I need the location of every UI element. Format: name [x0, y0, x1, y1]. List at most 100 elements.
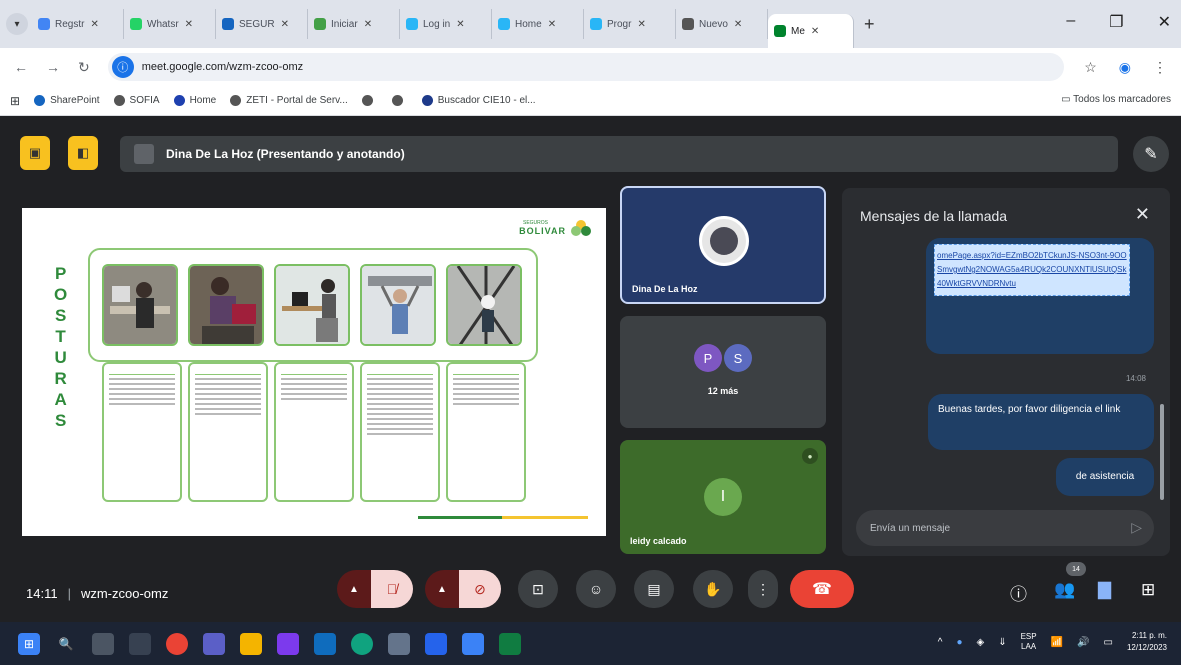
bookmark-label: ZETI - Portal de Serv...: [246, 95, 348, 106]
battery-icon[interactable]: ▭: [1104, 637, 1113, 648]
all-bookmarks-link[interactable]: ▭ Todos los marcadores: [1061, 94, 1171, 105]
security-icon[interactable]: ◈: [976, 637, 984, 648]
tab-close-icon[interactable]: ✕: [456, 19, 464, 30]
send-icon[interactable]: ▷: [1131, 519, 1142, 536]
presentation-icon: [134, 144, 154, 164]
bookmark-item[interactable]: ZETI - Portal de Serv...: [230, 95, 348, 106]
tab-close-icon[interactable]: ✕: [637, 19, 645, 30]
cloud-icon[interactable]: ●: [956, 637, 962, 648]
activities-icon[interactable]: ⊞: [1141, 580, 1155, 600]
chat-link[interactable]: omePage.aspx?id=EZmBO2bTCkunJS-NSO3nt-9O…: [934, 244, 1130, 296]
edge-icon[interactable]: [351, 632, 373, 655]
close-window-icon[interactable]: ✕: [1158, 12, 1171, 32]
tray-overflow-icon[interactable]: ^: [938, 637, 943, 648]
browser-tab[interactable]: Whatsr ✕: [124, 9, 216, 39]
bookmark-item[interactable]: Home: [173, 95, 217, 106]
audio-options-button[interactable]: ▲: [337, 570, 371, 608]
annotate-pen-button[interactable]: ✎: [1133, 136, 1169, 172]
tab-close-icon[interactable]: ✕: [364, 19, 372, 30]
tab-close-icon[interactable]: ✕: [90, 19, 98, 30]
captions-button[interactable]: ▤: [634, 570, 674, 608]
avatar-p: P: [694, 344, 722, 372]
people-app-icon[interactable]: [277, 632, 299, 655]
bookmark-star-icon[interactable]: ☆: [1084, 59, 1097, 76]
meeting-details-icon[interactable]: ⓘ: [1010, 580, 1027, 605]
profile-icon[interactable]: ◉: [1119, 59, 1131, 76]
bookmark-item[interactable]: Buscador CIE10 - el...: [421, 95, 536, 106]
chat-icon[interactable]: ▇: [1098, 580, 1111, 600]
more-options-button[interactable]: ⋮: [748, 570, 778, 608]
browser-tab[interactable]: SEGUR ✕: [216, 9, 308, 39]
windows-start-icon[interactable]: ⊞: [18, 632, 40, 655]
teams-icon[interactable]: [203, 632, 225, 655]
participant-tile-leidy[interactable]: ● I leidy calcado: [620, 440, 826, 554]
browser-tab[interactable]: Nuevo ✕: [676, 9, 768, 39]
chrome-icon[interactable]: [166, 632, 188, 655]
reload-icon[interactable]: ↻: [78, 59, 90, 76]
layout-toggle-button[interactable]: ▣: [20, 136, 50, 170]
tab-label: Me: [791, 25, 805, 37]
bookmark-item[interactable]: SharePoint: [34, 95, 100, 106]
camera-off-button[interactable]: ⊘: [459, 570, 501, 608]
tab-search-icon[interactable]: ▾: [6, 13, 28, 35]
tab-label: Home: [515, 18, 542, 30]
minimize-icon[interactable]: –: [1066, 12, 1075, 32]
browser-tab[interactable]: Home ✕: [492, 9, 584, 39]
remote-desktop-icon[interactable]: [462, 632, 484, 655]
tab-close-icon[interactable]: ✕: [734, 19, 742, 30]
bookmark-item[interactable]: SOFIA: [113, 95, 160, 106]
clock-date: 12/12/2023: [1126, 643, 1167, 652]
restore-icon[interactable]: ❐: [1109, 12, 1123, 32]
network-icon[interactable]: 📶: [1051, 637, 1063, 648]
task-view-icon[interactable]: [92, 632, 114, 655]
tab-close-icon[interactable]: ✕: [185, 19, 193, 30]
avatar: I: [704, 478, 742, 516]
new-tab-button[interactable]: +: [864, 14, 875, 35]
close-icon[interactable]: ✕: [1135, 204, 1150, 225]
back-icon[interactable]: ←: [14, 59, 28, 75]
browser-tab[interactable]: Iniciar ✕: [308, 9, 400, 39]
bookmark-label: Home: [189, 95, 217, 106]
participant-tile-group[interactable]: P S 12 más: [620, 316, 826, 428]
tab-close-icon[interactable]: ✕: [548, 19, 556, 30]
browser-tab[interactable]: Regstr ✕: [32, 9, 124, 39]
browser-tab[interactable]: Log in ✕: [400, 9, 492, 39]
vpn-icon[interactable]: [388, 632, 410, 655]
presentation-controls: ▣ ◧: [20, 136, 116, 170]
site-info-icon[interactable]: ⓘ: [111, 56, 134, 78]
leave-call-button[interactable]: ☎: [790, 570, 854, 608]
widgets-icon[interactable]: [129, 632, 151, 655]
bookmark-item[interactable]: [391, 95, 408, 106]
search-icon[interactable]: 🔍: [55, 633, 77, 655]
browser-tab[interactable]: Progr ✕: [584, 9, 676, 39]
mail-icon[interactable]: [425, 632, 447, 655]
menu-kebab-icon[interactable]: ⋮: [1153, 59, 1167, 76]
mic-muted-button[interactable]: 🎙̸: [371, 570, 413, 608]
present-screen-button[interactable]: ⊡: [518, 570, 558, 608]
browser-tab[interactable]: Me ✕: [768, 14, 854, 48]
raise-hand-button[interactable]: ✋: [693, 570, 733, 608]
forward-icon[interactable]: →: [46, 59, 60, 75]
clock[interactable]: 2:11 p. m. 12/12/2023: [1127, 630, 1167, 654]
usb-icon[interactable]: ⇓: [998, 637, 1006, 648]
apps-grid-icon[interactable]: ⊞: [10, 94, 20, 108]
volume-icon[interactable]: 🔊: [1077, 637, 1089, 648]
file-explorer-icon[interactable]: [240, 632, 262, 655]
tab-close-icon[interactable]: ✕: [811, 26, 819, 37]
hangup-icon: ☎: [812, 581, 832, 598]
chat-scrollbar[interactable]: [1160, 404, 1164, 500]
bookmark-item[interactable]: [361, 95, 378, 106]
participant-tile-presenter[interactable]: Dina De La Hoz: [620, 186, 826, 304]
video-options-button[interactable]: ▲: [425, 570, 459, 608]
reactions-button[interactable]: ☺: [576, 570, 616, 608]
present-view-button[interactable]: ◧: [68, 136, 98, 170]
excel-icon[interactable]: [499, 632, 521, 655]
tab-close-icon[interactable]: ✕: [281, 19, 289, 30]
address-bar-actions: ☆ ◉ ⋮: [1084, 59, 1167, 76]
people-icon[interactable]: 👥: [1054, 580, 1075, 600]
posture-card-5: [446, 362, 526, 502]
language-indicator[interactable]: ESP LAA: [1021, 632, 1037, 652]
chat-input[interactable]: Envía un mensaje ▷: [856, 510, 1154, 546]
outlook-icon[interactable]: [314, 632, 336, 655]
url-field[interactable]: ⓘ meet.google.com/wzm-zcoo-omz: [107, 53, 1065, 81]
